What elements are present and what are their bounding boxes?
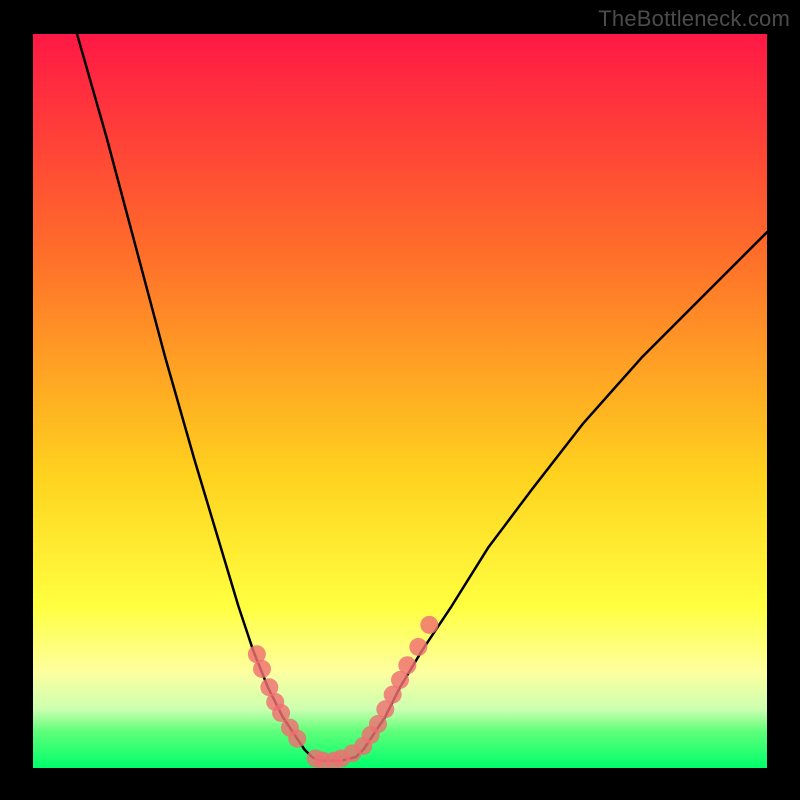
plot-area [33,34,767,768]
data-point [288,730,306,748]
data-point [420,616,438,634]
plot-svg [33,34,767,768]
watermark-text: TheBottleneck.com [598,6,790,32]
chart-frame: TheBottleneck.com [0,0,800,800]
data-point [409,638,427,656]
data-point [398,656,416,674]
data-point [253,660,271,678]
